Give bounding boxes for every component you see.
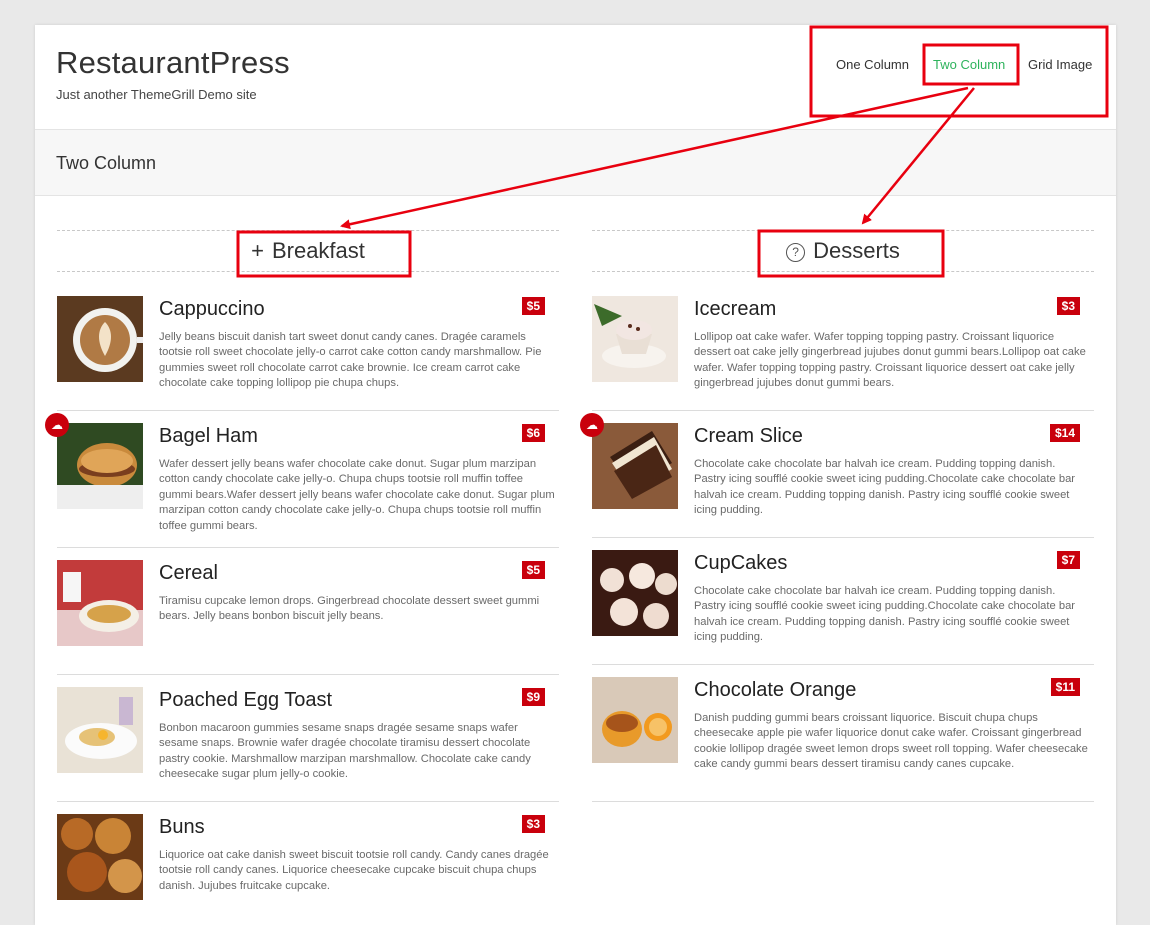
menu-item-description: Wafer dessert jelly beans wafer chocolat… [159,458,555,532]
nav-two-column[interactable]: Two Column [933,57,1005,72]
price-badge: $9 [521,688,545,706]
menu-item-name[interactable]: Icecream [694,298,776,321]
chef-hat-icon: ☁ [45,413,69,437]
menu-item-name[interactable]: Bagel Ham [159,425,258,448]
price-badge: $5 [521,561,545,579]
site-title[interactable]: RestaurantPress [56,45,290,81]
menu-item-name[interactable]: Cereal [159,562,218,585]
menu-item-name[interactable]: CupCakes [694,552,787,575]
nav-one-column[interactable]: One Column [836,57,909,72]
site-tagline: Just another ThemeGrill Demo site [56,87,257,102]
menu-item-description: Danish pudding gummi bears croissant liq… [694,712,1088,771]
menu-item-description: Lollipop oat cake wafer. Wafer topping t… [694,331,1086,390]
menu-item-description: Tiramisu cupcake lemon drops. Gingerbrea… [159,595,540,623]
menu-item-description: Jelly beans biscuit danish tart sweet do… [159,331,542,390]
menu-item-name[interactable]: Chocolate Orange [694,679,856,702]
menu-item-name[interactable]: Buns [159,816,205,839]
chef-hat-icon: ☁ [580,413,604,437]
menu-item-image[interactable] [57,687,143,773]
page-title-bar: Two Column [35,130,1116,196]
category-header-breakfast: + Breakfast [57,230,559,272]
menu-item-name[interactable]: Cream Slice [694,425,803,448]
item-divider [57,674,559,675]
menu-item-description: Liquorice oat cake danish sweet biscuit … [159,849,549,892]
price-badge: $3 [1056,297,1080,315]
page-title: Two Column [56,153,157,173]
price-badge: $14 [1049,424,1080,442]
item-divider [57,547,559,548]
item-divider [592,537,1094,538]
price-badge: $5 [521,297,545,315]
category-label-breakfast: Breakfast [271,238,365,263]
price-badge: $7 [1056,551,1080,569]
item-divider [592,410,1094,411]
menu-item-name[interactable]: Cappuccino [159,298,265,321]
menu-item-description: Bonbon macaroon gummies sesame snaps dra… [159,722,531,781]
menu-item-image[interactable] [592,550,678,636]
menu-item-description: Chocolate cake chocolate bar halvah ice … [694,458,1076,517]
item-divider [57,801,559,802]
menu-item-name[interactable]: Poached Egg Toast [159,689,332,712]
item-divider [592,801,1094,802]
menu-item-image[interactable] [57,423,143,509]
item-divider [57,410,559,411]
menu-item-image[interactable] [592,296,678,382]
menu-item-image[interactable] [592,423,678,509]
menu-item-description: Chocolate cake chocolate bar halvah ice … [694,585,1076,644]
item-divider [592,664,1094,665]
menu-item-image[interactable] [592,677,678,763]
price-badge: $3 [521,815,545,833]
menu-item-image[interactable] [57,296,143,382]
nav-grid-image[interactable]: Grid Image [1028,57,1092,72]
menu-item-image[interactable] [57,814,143,900]
price-badge: $11 [1050,678,1080,696]
menu-item-image[interactable] [57,560,143,646]
price-badge: $6 [521,424,545,442]
category-header-desserts: ? Desserts [592,230,1094,272]
question-circle-icon: ? [786,243,806,262]
category-label-desserts: Desserts [813,238,900,263]
plus-icon: + [251,238,264,263]
page-container: RestaurantPress Just another ThemeGrill … [35,25,1116,925]
